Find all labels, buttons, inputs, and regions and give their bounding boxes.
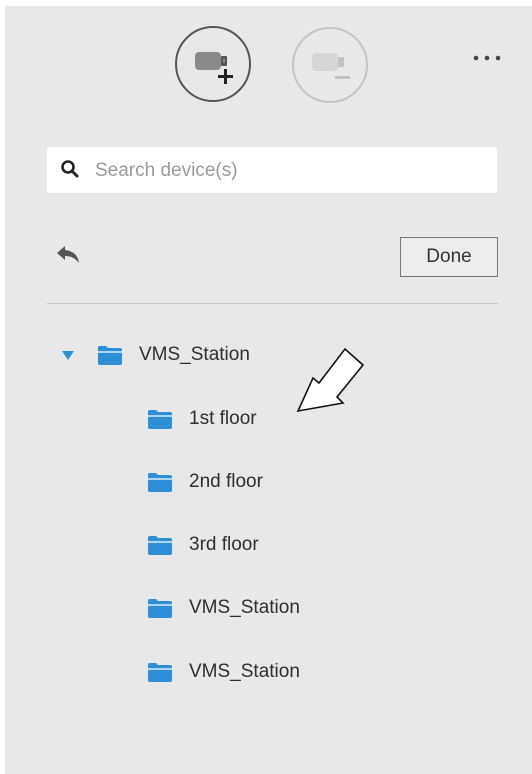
reply-arrow-icon xyxy=(57,246,79,263)
tree-child-item[interactable]: VMS_Station xyxy=(147,654,300,690)
device-panel: Done VMS_Station 1st floor 2nd floor xyxy=(5,6,532,774)
add-device-button[interactable] xyxy=(175,26,251,102)
folder-icon xyxy=(98,346,122,365)
tree-item-label: 1st floor xyxy=(189,408,257,429)
annotation-arrow-icon xyxy=(296,347,365,413)
done-button[interactable]: Done xyxy=(400,237,498,277)
folder-icon xyxy=(148,473,172,492)
camera-remove-icon xyxy=(312,53,350,79)
divider xyxy=(47,303,498,304)
search-box xyxy=(47,147,497,193)
camera-add-icon xyxy=(195,52,233,84)
tree-root-item[interactable]: VMS_Station xyxy=(61,337,250,373)
tree-item-label: VMS_Station xyxy=(139,344,250,365)
folder-icon xyxy=(148,599,172,618)
more-menu-button[interactable] xyxy=(470,48,504,68)
tree-item-label: 2nd floor xyxy=(189,471,263,492)
tree-item-label: VMS_Station xyxy=(189,597,300,618)
folder-icon xyxy=(148,663,172,682)
folder-icon xyxy=(148,410,172,429)
tree-child-item[interactable]: 3rd floor xyxy=(147,527,259,563)
folder-icon xyxy=(148,536,172,555)
remove-device-button[interactable] xyxy=(292,27,368,103)
tree-item-label: VMS_Station xyxy=(189,661,300,682)
more-horizontal-icon xyxy=(473,55,501,61)
tree-child-item[interactable]: 1st floor xyxy=(147,401,257,437)
search-input[interactable] xyxy=(93,153,477,189)
tree-child-item[interactable]: VMS_Station xyxy=(147,590,300,626)
back-button[interactable] xyxy=(55,244,85,268)
tree-child-item[interactable]: 2nd floor xyxy=(147,464,263,500)
tree-item-label: 3rd floor xyxy=(189,534,259,555)
caret-down-icon[interactable] xyxy=(61,349,75,361)
search-icon xyxy=(61,160,79,178)
